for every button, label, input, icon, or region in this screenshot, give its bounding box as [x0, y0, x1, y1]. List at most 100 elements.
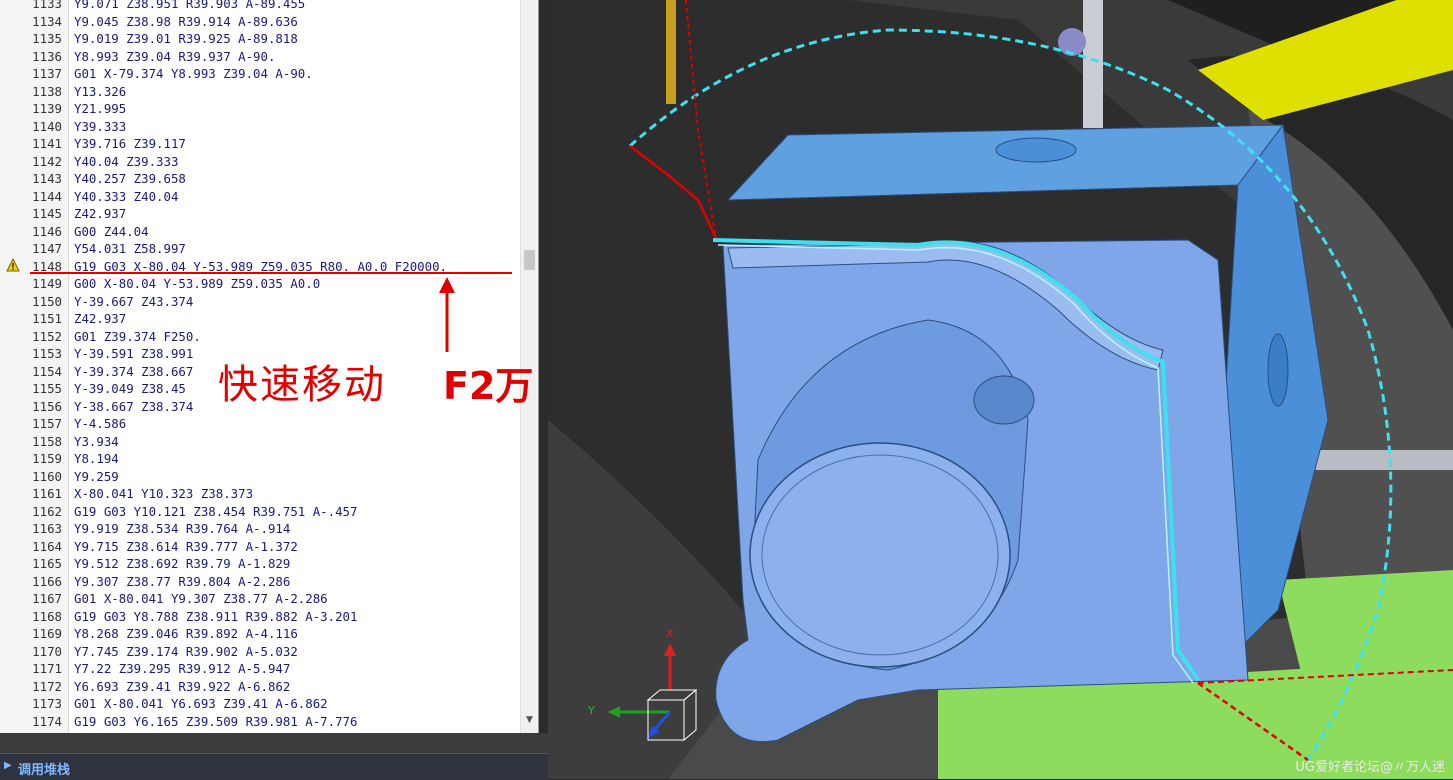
- code-text: Z42.937: [74, 206, 127, 221]
- line-number: 1158: [32, 433, 62, 449]
- part-side-hole: [1267, 333, 1289, 407]
- code-text: Y9.019 Z39.01 R39.925 A-89.818: [74, 31, 298, 46]
- line-number: 1153: [32, 346, 62, 361]
- call-stack-tab[interactable]: ▶ 调用堆栈: [0, 753, 548, 780]
- code-line[interactable]: 1171 Y7.22 Z39.295 R39.912 A-5.947: [0, 660, 520, 678]
- code-text: Y6.693 Z39.41 R39.922 A-6.862: [74, 678, 291, 694]
- part-top-hole: [995, 137, 1077, 163]
- line-number: 1164: [32, 538, 62, 554]
- code-line[interactable]: 1174 G19 G03 Y6.165 Z39.509 R39.981 A-7.7…: [0, 713, 520, 731]
- code-line[interactable]: 1146 G00 Z44.04: [0, 223, 520, 241]
- code-line[interactable]: 1141 Y39.716 Z39.117: [0, 135, 520, 153]
- annotation-rapid-move: 快速移动: [218, 362, 386, 408]
- code-line[interactable]: 1157 Y-4.586: [0, 415, 520, 433]
- code-line[interactable]: 1161 X-80.041 Y10.323 Z38.373: [0, 485, 520, 503]
- code-text: G19 G03 X-80.04 Y-53.989 Z59.035 R80. A0…: [74, 258, 447, 274]
- code-line[interactable]: 1173 G01 X-80.041 Y6.693 Z39.41 A-6.862: [0, 695, 520, 713]
- code-line[interactable]: 1136 Y8.993 Z39.04 R39.937 A-90.: [0, 48, 520, 66]
- line-number: 1142: [32, 153, 62, 169]
- line-number: 1135: [32, 31, 62, 46]
- line-number: 1161: [32, 486, 62, 501]
- axis-x-label: X: [666, 627, 674, 640]
- line-number: 1156: [32, 398, 62, 414]
- code-line[interactable]: 1148 G19 G03 X-80.04 Y-53.989 Z59.035 R80…: [0, 258, 520, 276]
- code-text: Y-4.586: [74, 416, 127, 431]
- code-line[interactable]: 1162 G19 G03 Y10.121 Z38.454 R39.751 A-.4…: [0, 503, 520, 521]
- code-text: Y8.194: [74, 451, 119, 466]
- line-number: 1174: [32, 713, 62, 729]
- line-number: 1141: [32, 136, 62, 151]
- code-text: G01 Z39.374 F250.: [74, 328, 201, 344]
- code-line[interactable]: 1165 Y9.512 Z38.692 R39.79 A-1.829: [0, 555, 520, 573]
- code-line[interactable]: 1137 G01 X-79.374 Y8.993 Z39.04 A-90.: [0, 65, 520, 83]
- code-line[interactable]: 1160 Y9.259: [0, 468, 520, 486]
- code-text: Y-39.374 Z38.667: [74, 363, 194, 379]
- code-line[interactable]: 1164 Y9.715 Z38.614 R39.777 A-1.372: [0, 538, 520, 556]
- code-line[interactable]: 1170 Y7.745 Z39.174 R39.902 A-5.032: [0, 643, 520, 661]
- line-number: 1163: [32, 521, 62, 536]
- code-text: Y9.307 Z38.77 R39.804 A-2.286: [74, 573, 291, 589]
- code-text: G00 X-80.04 Y-53.989 Z59.035 A0.0: [74, 276, 321, 291]
- line-number: 1152: [32, 328, 62, 344]
- code-text: Y7.22 Z39.295 R39.912 A-5.947: [74, 661, 291, 676]
- code-text: Y-39.667 Z43.374: [74, 293, 194, 309]
- line-number: 1148: [32, 258, 62, 274]
- line-number: 1145: [32, 206, 62, 221]
- fixture-green-block: [1278, 570, 1453, 700]
- line-number: 1139: [32, 101, 62, 116]
- code-line[interactable]: 1159 Y8.194: [0, 450, 520, 468]
- expand-arrow-icon[interactable]: ▶: [4, 760, 12, 771]
- code-line[interactable]: 1135 Y9.019 Z39.01 R39.925 A-89.818: [0, 30, 520, 48]
- code-line[interactable]: 1168 G19 G03 Y8.788 Z38.911 R39.882 A-3.2…: [0, 608, 520, 626]
- axis-y-label: Y: [588, 704, 595, 717]
- code-line[interactable]: 1139 Y21.995: [0, 100, 520, 118]
- line-number: 1144: [32, 188, 62, 204]
- line-number: 1167: [32, 591, 62, 606]
- code-text: G19 G03 Y8.788 Z38.911 R39.882 A-3.201: [74, 608, 358, 624]
- code-text: Y7.745 Z39.174 R39.902 A-5.032: [74, 643, 298, 659]
- code-line[interactable]: 1163 Y9.919 Z38.534 R39.764 A-.914: [0, 520, 520, 538]
- code-line[interactable]: 1147 Y54.031 Z58.997: [0, 240, 520, 258]
- code-text: G19 G03 Y6.165 Z39.509 R39.981 A-7.776: [74, 713, 358, 729]
- code-line[interactable]: 1150 Y-39.667 Z43.374: [0, 293, 520, 311]
- code-text: G19 G03 Y10.121 Z38.454 R39.751 A-.457: [74, 503, 358, 519]
- code-line[interactable]: 1151 Z42.937: [0, 310, 520, 328]
- code-text: Y9.919 Z38.534 R39.764 A-.914: [74, 521, 291, 536]
- code-text: Y13.326: [74, 83, 127, 99]
- code-line[interactable]: 1142 Y40.04 Z39.333: [0, 153, 520, 171]
- code-line[interactable]: 1140 Y39.333: [0, 118, 520, 136]
- line-number: 1166: [32, 573, 62, 589]
- code-line[interactable]: 1144 Y40.333 Z40.04: [0, 188, 520, 206]
- code-line[interactable]: 1166 Y9.307 Z38.77 R39.804 A-2.286: [0, 573, 520, 591]
- scroll-down-arrow-icon[interactable]: ▼: [524, 714, 535, 726]
- code-line[interactable]: 1169 Y8.268 Z39.046 R39.892 A-4.116: [0, 625, 520, 643]
- scrollbar-thumb[interactable]: [524, 250, 535, 270]
- code-text: Y-38.667 Z38.374: [74, 398, 194, 414]
- line-number: 1136: [32, 48, 62, 64]
- support-post: [1083, 0, 1103, 128]
- line-number: 1138: [32, 83, 62, 99]
- code-line[interactable]: 1145 Z42.937: [0, 205, 520, 223]
- code-line[interactable]: 1172 Y6.693 Z39.41 R39.922 A-6.862: [0, 678, 520, 696]
- line-number: 1134: [32, 13, 62, 29]
- code-line[interactable]: 1143 Y40.257 Z39.658: [0, 170, 520, 188]
- line-number: 1151: [32, 311, 62, 326]
- line-number: 1157: [32, 416, 62, 431]
- line-number: 1143: [32, 171, 62, 186]
- line-number: 1150: [32, 293, 62, 309]
- code-line[interactable]: 1138 Y13.326: [0, 83, 520, 101]
- code-line[interactable]: 1149 G00 X-80.04 Y-53.989 Z59.035 A0.0: [0, 275, 520, 293]
- line-number: 1155: [32, 381, 62, 396]
- 3d-simulation-viewport[interactable]: X Y UG爱好者论坛@〃万人迷: [548, 0, 1453, 779]
- code-line[interactable]: 1133 Y9.071 Z38.951 R39.903 A-89.455: [0, 0, 520, 13]
- warning-icon: [6, 258, 20, 272]
- code-text: Y9.071 Z38.951 R39.903 A-89.455: [74, 0, 306, 11]
- code-text: Y21.995: [74, 101, 127, 116]
- code-line[interactable]: 1134 Y9.045 Z38.98 R39.914 A-89.636: [0, 13, 520, 31]
- code-line[interactable]: 1167 G01 X-80.041 Y9.307 Z38.77 A-2.286: [0, 590, 520, 608]
- call-stack-label: 调用堆栈: [18, 763, 71, 778]
- code-line[interactable]: 1152 G01 Z39.374 F250.: [0, 328, 520, 346]
- line-number: 1146: [32, 223, 62, 239]
- nc-code-editor[interactable]: 1133 Y9.071 Z38.951 R39.903 A-89.455 1134 Y…: [0, 0, 539, 733]
- code-line[interactable]: 1158 Y3.934: [0, 433, 520, 451]
